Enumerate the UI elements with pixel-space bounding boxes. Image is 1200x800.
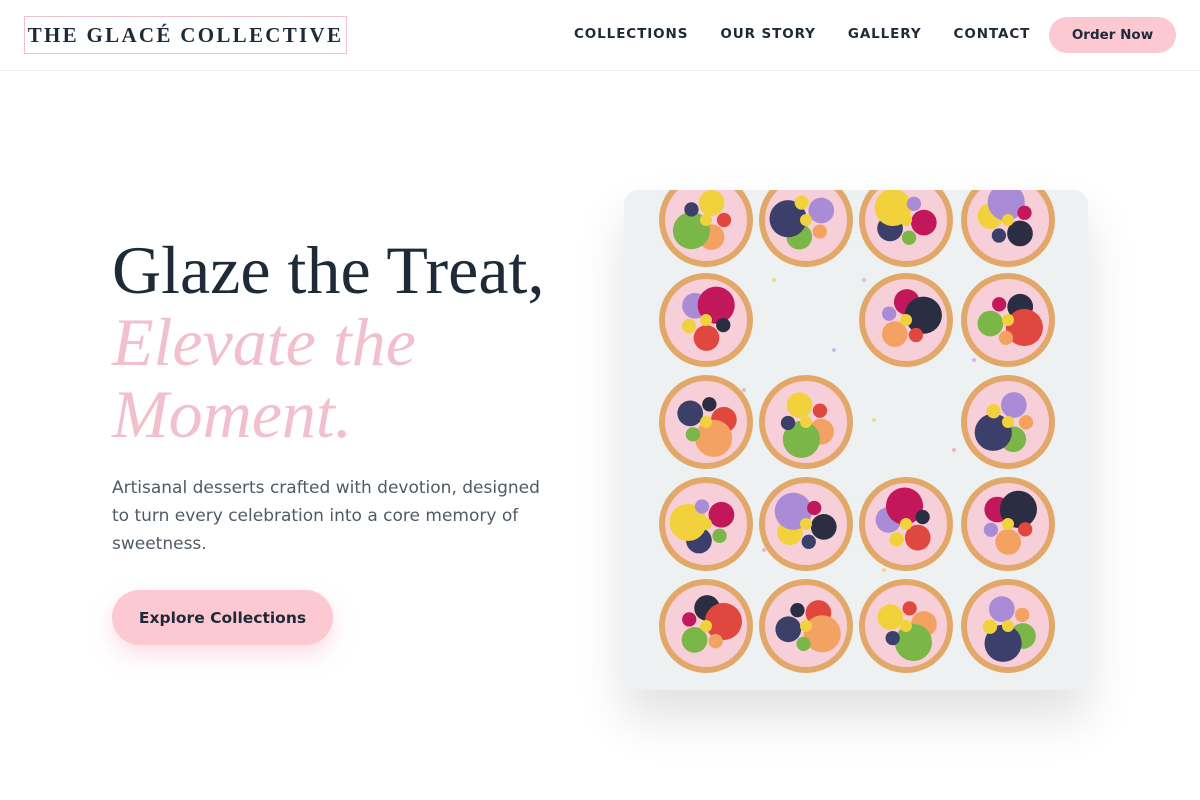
- nav-link-our-story[interactable]: OUR STORY: [720, 24, 815, 44]
- hero-heading: Glaze the Treat, Elevate the Moment.: [112, 234, 544, 450]
- nav-links: COLLECTIONS OUR STORY GALLERY CONTACT: [574, 24, 1030, 44]
- brand-logo[interactable]: THE GLACÉ COLLECTIVE: [24, 16, 347, 54]
- dessert-illustration: [659, 190, 1055, 673]
- hero-heading-line-2: Elevate the: [112, 304, 416, 380]
- nav-link-collections[interactable]: COLLECTIONS: [574, 24, 688, 44]
- hero-description: Artisanal desserts crafted with devotion…: [112, 478, 540, 554]
- navbar: THE GLACÉ COLLECTIVE COLLECTIONS OUR STO…: [0, 0, 1200, 71]
- explore-collections-button[interactable]: Explore Collections: [112, 590, 333, 645]
- hero-heading-line-1: Glaze the Treat,: [112, 232, 545, 308]
- hero-heading-line-3: Moment.: [112, 376, 352, 452]
- nav-link-contact[interactable]: CONTACT: [954, 24, 1031, 44]
- order-now-button[interactable]: Order Now: [1049, 17, 1176, 53]
- hero-dessert-image: [624, 190, 1088, 690]
- nav-link-gallery[interactable]: GALLERY: [848, 24, 922, 44]
